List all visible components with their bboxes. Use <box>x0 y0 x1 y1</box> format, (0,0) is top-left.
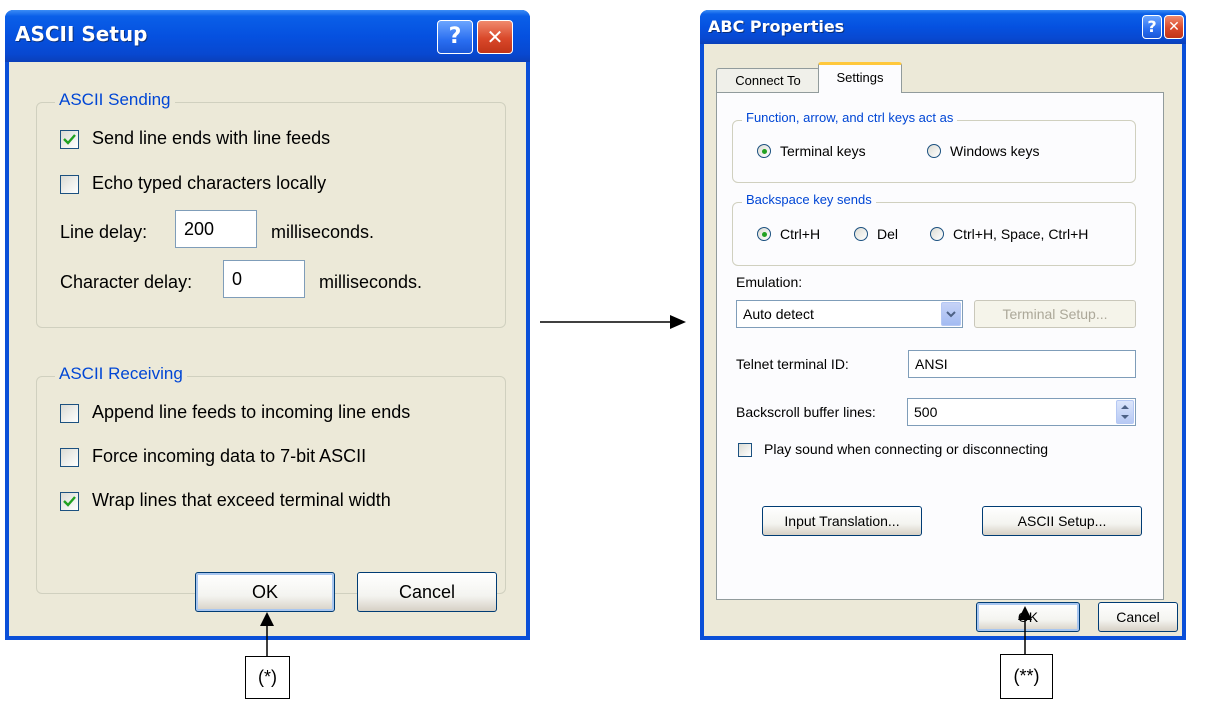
echo-typed-checkbox[interactable] <box>60 175 79 194</box>
radio-dot-icon <box>761 148 767 154</box>
send-line-ends-checkbox[interactable] <box>60 130 79 149</box>
wrap-lines-label: Wrap lines that exceed terminal width <box>92 490 391 510</box>
char-delay-input[interactable]: 0 <box>223 260 305 298</box>
append-line-feeds-label: Append line feeds to incoming line ends <box>92 402 411 422</box>
emulation-label: Emulation: <box>736 274 803 290</box>
play-sound-checkbox[interactable] <box>738 443 752 457</box>
cancel-button[interactable]: Cancel <box>1098 602 1178 632</box>
telnet-id-label: Telnet terminal ID: <box>736 356 849 372</box>
flow-arrow <box>540 315 686 329</box>
backspace-group-title: Backspace key sends <box>742 192 876 207</box>
del-label: Del <box>877 226 899 242</box>
ascii-setup-titlebar[interactable]: ASCII Setup ? ✕ <box>5 10 530 62</box>
emulation-select[interactable]: Auto detect <box>736 300 963 328</box>
ok-pointer-arrow-left <box>260 612 274 658</box>
append-line-feeds-checkbox[interactable] <box>60 404 79 423</box>
abc-properties-title: ABC Properties <box>708 17 845 36</box>
windows-keys-radio[interactable] <box>927 144 941 158</box>
spin-stepper[interactable] <box>1116 400 1134 424</box>
close-button[interactable]: ✕ <box>477 20 513 54</box>
cancel-button[interactable]: Cancel <box>357 572 497 612</box>
annotation-marker-right: (**) <box>1000 654 1053 699</box>
abc-properties-titlebar[interactable]: ABC Properties ? ✕ <box>700 10 1186 44</box>
up-down-arrows-icon <box>1121 405 1129 419</box>
abc-properties-window: ABC Properties ? ✕ Connect To Settings F… <box>700 10 1186 640</box>
help-icon: ? <box>448 24 462 49</box>
close-button[interactable]: ✕ <box>1164 15 1184 39</box>
ctrl-h-space-radio[interactable] <box>930 227 944 241</box>
char-delay-label: Character delay: <box>60 272 193 292</box>
ctrl-h-label: Ctrl+H <box>780 226 821 242</box>
ok-button[interactable]: OK <box>195 572 335 612</box>
input-translation-button[interactable]: Input Translation... <box>762 506 922 536</box>
telnet-id-input[interactable]: ANSI <box>908 350 1136 378</box>
ctrl-h-space-label: Ctrl+H, Space, Ctrl+H <box>953 226 1089 242</box>
keys-group-title: Function, arrow, and ctrl keys act as <box>742 110 958 125</box>
close-icon: ✕ <box>486 25 504 49</box>
abc-properties-client: Connect To Settings Function, arrow, and… <box>704 44 1182 636</box>
tab-settings-label: Settings <box>836 70 884 85</box>
tab-settings[interactable]: Settings <box>818 62 902 93</box>
backscroll-input[interactable]: 500 <box>907 398 1136 426</box>
wrap-lines-checkbox[interactable] <box>60 492 79 511</box>
del-radio[interactable] <box>854 227 868 241</box>
chevron-glyph <box>946 311 956 318</box>
ascii-receiving-title: ASCII Receiving <box>55 364 187 384</box>
help-button[interactable]: ? <box>1142 15 1162 39</box>
tab-connect-to-label: Connect To <box>735 73 801 88</box>
force-7bit-label: Force incoming data to 7-bit ASCII <box>92 446 367 466</box>
ctrl-h-radio[interactable] <box>757 227 771 241</box>
terminal-keys-radio[interactable] <box>757 144 771 158</box>
terminal-setup-button[interactable]: Terminal Setup... <box>974 300 1136 328</box>
help-button[interactable]: ? <box>437 20 473 54</box>
play-sound-label: Play sound when connecting or disconnect… <box>764 441 1049 457</box>
line-delay-input[interactable]: 200 <box>175 210 257 248</box>
backscroll-label: Backscroll buffer lines: <box>736 404 876 420</box>
ascii-setup-client: ASCII Sending Send line ends with line f… <box>9 62 526 636</box>
terminal-keys-label: Terminal keys <box>780 143 866 159</box>
ok-pointer-arrow-right <box>1018 606 1032 654</box>
ascii-setup-button[interactable]: ASCII Setup... <box>982 506 1142 536</box>
line-delay-unit: milliseconds. <box>271 222 375 242</box>
help-icon: ? <box>1147 17 1157 36</box>
emulation-select-value: Auto detect <box>743 306 814 322</box>
checkmark-icon <box>63 134 76 145</box>
force-7bit-checkbox[interactable] <box>60 448 79 467</box>
radio-dot-icon <box>761 231 767 237</box>
close-icon: ✕ <box>1168 19 1180 35</box>
ascii-sending-title: ASCII Sending <box>55 90 175 110</box>
windows-keys-label: Windows keys <box>950 143 1040 159</box>
char-delay-unit: milliseconds. <box>319 272 423 292</box>
echo-typed-label: Echo typed characters locally <box>92 173 327 193</box>
tab-connect-to[interactable]: Connect To <box>716 68 820 92</box>
ascii-setup-title: ASCII Setup <box>15 22 148 46</box>
line-delay-label: Line delay: <box>60 222 148 242</box>
chevron-down-icon[interactable] <box>941 302 961 326</box>
annotation-marker-left: (*) <box>245 656 290 699</box>
ascii-setup-window: ASCII Setup ? ✕ ASCII Sending Send line … <box>5 10 530 640</box>
backscroll-value: 500 <box>914 404 938 420</box>
checkmark-icon <box>63 496 76 507</box>
send-line-ends-label: Send line ends with line feeds <box>92 128 331 148</box>
